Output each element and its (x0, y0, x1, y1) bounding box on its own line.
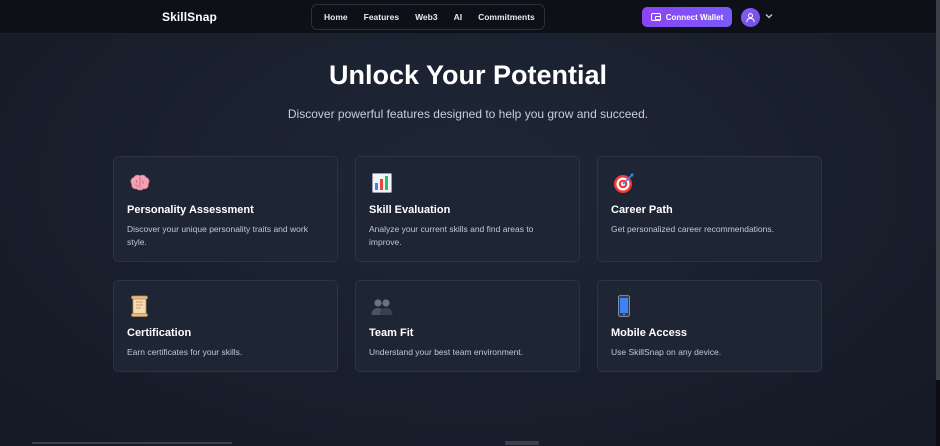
feature-description: Understand your best team environment. (369, 347, 524, 357)
nav-home[interactable]: Home (316, 12, 356, 22)
main-nav: Home Features Web3 AI Commitments (311, 4, 545, 30)
feature-card-mobile-access[interactable]: Mobile Access Use SkillSnap on any devic… (597, 280, 822, 372)
feature-title: Skill Evaluation (369, 204, 451, 216)
feature-description: Earn certificates for your skills. (127, 347, 243, 357)
brain-icon (130, 174, 150, 191)
logo[interactable]: SkillSnap (162, 10, 217, 24)
scrollbar-thumb[interactable] (936, 0, 940, 380)
horizontal-scrollbar[interactable] (32, 442, 232, 444)
feature-description: Get personalized career recommendations. (611, 224, 774, 234)
bottom-divider (505, 441, 539, 445)
feature-card-skill-evaluation[interactable]: Skill Evaluation Analyze your current sk… (355, 156, 580, 262)
feature-description: Use SkillSnap on any device. (611, 347, 722, 357)
feature-card-career-path[interactable]: Career Path Get personalized career reco… (597, 156, 822, 262)
target-icon (614, 173, 634, 193)
nav-features[interactable]: Features (356, 12, 407, 22)
chevron-down-icon[interactable] (764, 11, 774, 21)
feature-description: Analyze your current skills and find are… (369, 224, 534, 247)
feature-title: Personality Assessment (127, 204, 254, 216)
mobile-phone-icon (618, 295, 630, 317)
feature-title: Career Path (611, 204, 673, 216)
nav-web3[interactable]: Web3 (407, 12, 446, 22)
wallet-icon (650, 13, 661, 21)
user-avatar[interactable] (741, 8, 760, 27)
feature-title: Mobile Access (611, 327, 688, 339)
feature-card-personality[interactable]: Personality Assessment Discover your uni… (113, 156, 338, 262)
feature-title: Team Fit (369, 327, 414, 339)
feature-card-team-fit[interactable]: Team Fit Understand your best team envir… (355, 280, 580, 372)
connect-wallet-button[interactable]: Connect Wallet (642, 7, 732, 27)
connect-wallet-label: Connect Wallet (665, 12, 724, 22)
people-icon (371, 299, 393, 315)
user-icon (746, 13, 755, 23)
nav-commitments[interactable]: Commitments (470, 12, 543, 22)
feature-description: Discover your unique personality traits … (127, 224, 308, 247)
scroll-icon (131, 295, 148, 317)
feature-card-certification[interactable]: Certification Earn certificates for your… (113, 280, 338, 372)
bar-chart-icon (372, 173, 392, 193)
top-navbar: SkillSnap Home Features Web3 AI Commitme… (0, 0, 936, 34)
nav-ai[interactable]: AI (446, 12, 471, 22)
hero-subtitle: Discover powerful features designed to h… (287, 107, 649, 121)
hero-title: Unlock Your Potential (328, 60, 608, 90)
feature-title: Certification (127, 327, 192, 339)
